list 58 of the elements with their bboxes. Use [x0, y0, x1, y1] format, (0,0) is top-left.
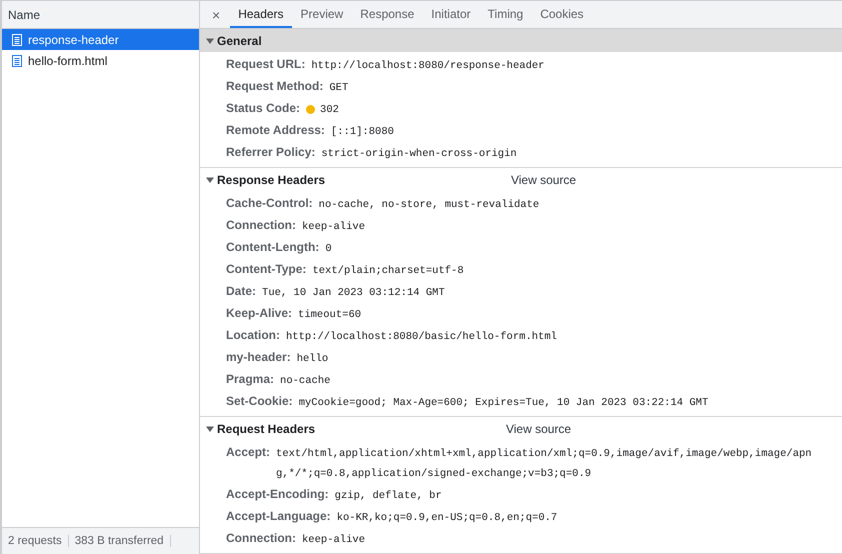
request-item[interactable]: response-header	[2, 29, 199, 50]
header-name: Content-Length:	[226, 239, 320, 256]
header-value: no-cache	[280, 374, 330, 389]
header-name: Cache-Control:	[226, 195, 313, 212]
header-name: Location:	[226, 327, 280, 344]
status-text: 2 requests	[2, 535, 69, 547]
header-name: Accept:	[226, 444, 270, 461]
column-header[interactable]: Name	[2, 0, 199, 29]
header-name: Status Code:	[226, 100, 300, 117]
header-value: 0	[325, 242, 332, 257]
header-name: Request URL:	[226, 56, 306, 73]
header-value: no-cache, no-store, must-revalidate	[318, 198, 540, 213]
caret-icon	[206, 176, 214, 184]
view-source-link[interactable]: View source	[506, 422, 572, 436]
header-value: text/plain;charset=utf-8	[312, 264, 464, 279]
header-name: Request Method:	[226, 78, 324, 95]
document-icon	[12, 34, 22, 46]
header-name: Set-Cookie:	[226, 393, 293, 410]
header-value: hello	[296, 352, 328, 367]
header-value: GET	[329, 81, 348, 96]
header-name: my-header:	[226, 349, 291, 366]
header-value: keep-alive	[302, 533, 366, 548]
header-value: timeout=60	[298, 308, 362, 323]
status-text: 383 B transferred	[68, 535, 171, 547]
tab[interactable]: Timing	[480, 1, 532, 28]
document-icon	[12, 54, 22, 66]
header-name: Remote Address:	[226, 122, 325, 139]
header-name: Accept-Encoding:	[226, 486, 329, 503]
header-value: 302	[320, 103, 339, 118]
header-value: Tue, 10 Jan 2023 03:12:14 GMT	[262, 286, 445, 301]
header-value: http://localhost:8080/basic/hello-form.html	[286, 330, 557, 345]
header-value: strict-origin-when-cross-origin	[321, 147, 517, 162]
header-value: keep-alive	[302, 220, 366, 235]
header-name: Connection:	[226, 530, 296, 547]
header-value: myCookie=good; Max-Age=600; Expires=Tue, 10 Jan 2023 03:22:14 GMT	[298, 396, 708, 411]
header-name: Keep-Alive:	[226, 305, 292, 322]
close-button[interactable]: ×	[206, 1, 226, 28]
section-header[interactable]: Request Headers View source	[200, 417, 842, 440]
caret-icon	[206, 36, 214, 44]
caret-icon	[206, 424, 214, 432]
header-name: Connection:	[226, 217, 296, 234]
header-name: Accept-Language:	[226, 508, 331, 525]
header-name: Date:	[226, 283, 256, 300]
header-value: gzip, deflate, br	[334, 489, 442, 504]
header-value: [::1]:8080	[330, 125, 394, 140]
tab[interactable]: Cookies	[532, 1, 592, 28]
section-header[interactable]: Response Headers View source	[200, 168, 842, 191]
view-source-link[interactable]: View source	[510, 172, 576, 186]
tab[interactable]: Response	[352, 1, 422, 28]
request-item[interactable]: hello-form.html	[2, 50, 199, 71]
header-name: Content-Type:	[226, 261, 306, 278]
tab[interactable]: Initiator	[423, 1, 479, 28]
section-header[interactable]: General	[200, 29, 842, 52]
header-name: Referrer Policy:	[226, 144, 316, 161]
header-name: Pragma:	[226, 371, 274, 388]
tab[interactable]: Preview	[292, 1, 352, 28]
header-value: http://localhost:8080/response-header	[311, 59, 544, 74]
header-value: ko-KR,ko;q=0.9,en-US;q=0.8,en;q=0.7	[336, 511, 558, 526]
